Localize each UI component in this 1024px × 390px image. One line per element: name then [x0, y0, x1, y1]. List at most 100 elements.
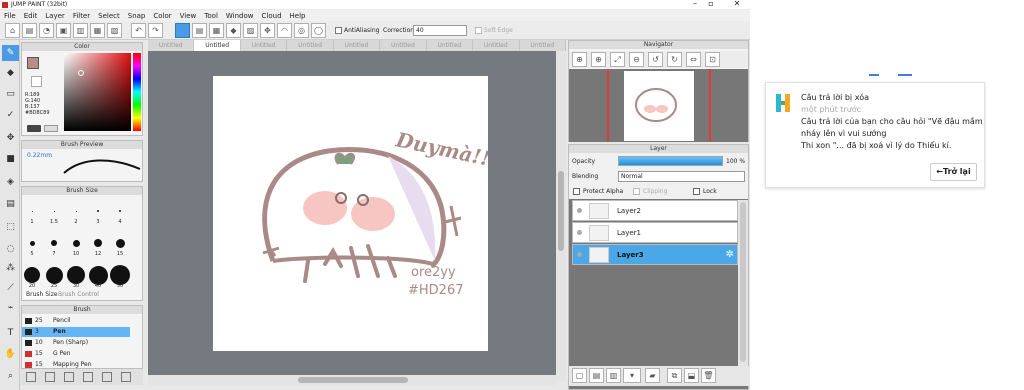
antialiasing-checkbox[interactable] — [335, 27, 342, 34]
brush-size-dot[interactable] — [67, 266, 85, 284]
brush-new-icon[interactable] — [45, 372, 55, 382]
visibility-icon[interactable] — [577, 230, 582, 235]
brush-size-dot[interactable] — [119, 210, 121, 212]
move-tool-icon[interactable]: ✥ — [2, 130, 19, 146]
saturation-value-picker[interactable] — [64, 53, 131, 131]
new-layer-2-icon[interactable]: ▤ — [589, 368, 604, 383]
new-icon[interactable]: ⌂ — [5, 23, 20, 38]
menu-window[interactable]: Window — [222, 12, 258, 20]
menu-edit[interactable]: Edit — [20, 12, 42, 20]
eyedropper-icon[interactable]: ⟋ — [2, 280, 19, 296]
brush-size-dot[interactable] — [94, 239, 102, 247]
lock-checkbox[interactable] — [693, 188, 700, 195]
protect-alpha-checkbox[interactable] — [573, 188, 580, 195]
tab-untitled[interactable]: Untitled — [334, 40, 381, 51]
menu-cloud[interactable]: Cloud — [258, 12, 286, 20]
correction-select[interactable]: 40 — [413, 25, 467, 36]
eraser-tool-icon[interactable]: ◆ — [2, 65, 19, 81]
brush-size-dot[interactable] — [110, 265, 130, 285]
zoom-in-2-icon[interactable]: ⊕ — [591, 52, 606, 67]
zoom-out-icon[interactable]: ⊖ — [629, 52, 644, 67]
ruler-icon[interactable]: ◆ — [226, 23, 241, 38]
ellipse-icon[interactable]: ◯ — [311, 23, 326, 38]
brush-list-item[interactable]: 25 Pencil — [22, 316, 130, 326]
soft-edge-checkbox[interactable] — [475, 27, 482, 34]
color-mode-button[interactable] — [27, 125, 41, 132]
brush-size-dot[interactable] — [24, 267, 40, 283]
menu-select[interactable]: Select — [94, 12, 124, 20]
rotate-right-icon[interactable]: ↻ — [667, 52, 682, 67]
canvas-vertical-scrollbar[interactable] — [556, 51, 566, 381]
brush-export-icon[interactable] — [102, 372, 112, 382]
magic-wand-icon[interactable]: ⁂ — [2, 260, 19, 276]
tab-untitled[interactable]: Untitled — [520, 40, 566, 51]
grid-icon[interactable]: ▤ — [192, 23, 207, 38]
clipping-checkbox[interactable] — [633, 188, 640, 195]
merge-layer-icon[interactable]: ⧉ — [667, 368, 682, 383]
gradient-tool-icon[interactable]: ▤ — [2, 196, 19, 212]
stroke-mode-icon[interactable] — [175, 23, 190, 38]
brush-size-dot[interactable] — [51, 240, 57, 246]
menu-snap[interactable]: Snap — [124, 12, 150, 20]
new-layer-icon[interactable]: ▢ — [572, 368, 587, 383]
maximize-icon[interactable]: ▫ — [700, 0, 722, 8]
layer-scroll-thumb[interactable] — [740, 202, 746, 362]
canvas-horizontal-scrollbar[interactable] — [148, 375, 556, 385]
brush-size-dot[interactable] — [45, 266, 63, 284]
menu-layer[interactable]: Layer — [41, 12, 69, 20]
duplicate-layer-icon[interactable]: ▥ — [606, 368, 621, 383]
undo-icon[interactable]: ↶ — [131, 23, 146, 38]
brush-size-dot[interactable] — [88, 265, 108, 285]
horizontal-scroll-thumb[interactable] — [298, 377, 408, 383]
menu-file[interactable]: File — [0, 12, 20, 20]
fit-icon[interactable]: ⤢ — [610, 52, 625, 67]
back-button[interactable]: ←Trở lại — [930, 163, 977, 181]
delete-layer-icon[interactable]: 🗑 — [701, 368, 716, 383]
layer-scrollbar[interactable] — [738, 200, 748, 370]
layer-row-layer2[interactable]: Layer2 — [572, 200, 738, 221]
brush-delete-icon[interactable] — [121, 372, 131, 382]
tab-untitled[interactable]: Untitled — [148, 40, 195, 51]
layer-settings-icon[interactable]: ✲ — [726, 249, 734, 260]
copy-icon[interactable]: ▥ — [73, 23, 88, 38]
brush-size-dot[interactable] — [29, 240, 35, 246]
tab-untitled[interactable]: Untitled — [427, 40, 474, 51]
menu-filter[interactable]: Filter — [69, 12, 94, 20]
menu-tool[interactable]: Tool — [200, 12, 222, 20]
brush-folder-icon[interactable] — [83, 372, 93, 382]
curve-icon[interactable]: ◠ — [277, 23, 292, 38]
color-swap-button[interactable] — [44, 125, 58, 132]
brush-size-dot[interactable] — [97, 210, 99, 212]
layer-row-layer3[interactable]: Layer3 ✲ — [572, 244, 738, 265]
tab-untitled[interactable]: Untitled — [380, 40, 427, 51]
layers-icon[interactable]: ▧ — [107, 23, 122, 38]
rotate-left-icon[interactable]: ↺ — [648, 52, 663, 67]
tab-untitled[interactable]: Untitled — [287, 40, 334, 51]
brush-list-item[interactable]: 15 G Pen — [22, 349, 130, 359]
visibility-icon[interactable] — [577, 208, 582, 213]
layer-folder-icon[interactable]: ▰ — [645, 368, 660, 383]
navigator-view[interactable] — [569, 69, 748, 142]
fill-rect-icon[interactable]: ■ — [2, 151, 19, 167]
redo-icon[interactable]: ↷ — [148, 23, 163, 38]
menu-view[interactable]: View — [176, 12, 201, 20]
hue-slider[interactable] — [133, 53, 141, 131]
brush-size-dot[interactable] — [115, 238, 125, 248]
background-color-swatch[interactable] — [31, 76, 42, 87]
menu-help[interactable]: Help — [286, 12, 310, 20]
zoom-in-icon[interactable]: ⊕ — [572, 52, 587, 67]
tab-untitled-active[interactable]: Untitled — [194, 40, 241, 51]
symmetry-icon[interactable]: ✥ — [260, 23, 275, 38]
tab-untitled[interactable]: Untitled — [473, 40, 520, 51]
color-picker-cursor[interactable] — [78, 70, 84, 76]
wand-icon[interactable]: ⌁ — [2, 300, 19, 316]
visibility-icon[interactable] — [577, 252, 582, 257]
zoom-tool-icon[interactable]: ⌕ — [2, 368, 19, 384]
foreground-color-swatch[interactable] — [27, 57, 39, 69]
brush-list-item[interactable]: 10 Pen (Sharp) — [22, 338, 130, 348]
brush-size-dot[interactable] — [75, 210, 77, 212]
brush-size-dot[interactable] — [72, 239, 80, 247]
tab-brush-control[interactable]: Brush Control — [58, 291, 99, 298]
layer-row-layer1[interactable]: Layer1 — [572, 222, 738, 243]
tab-untitled[interactable]: Untitled — [241, 40, 288, 51]
